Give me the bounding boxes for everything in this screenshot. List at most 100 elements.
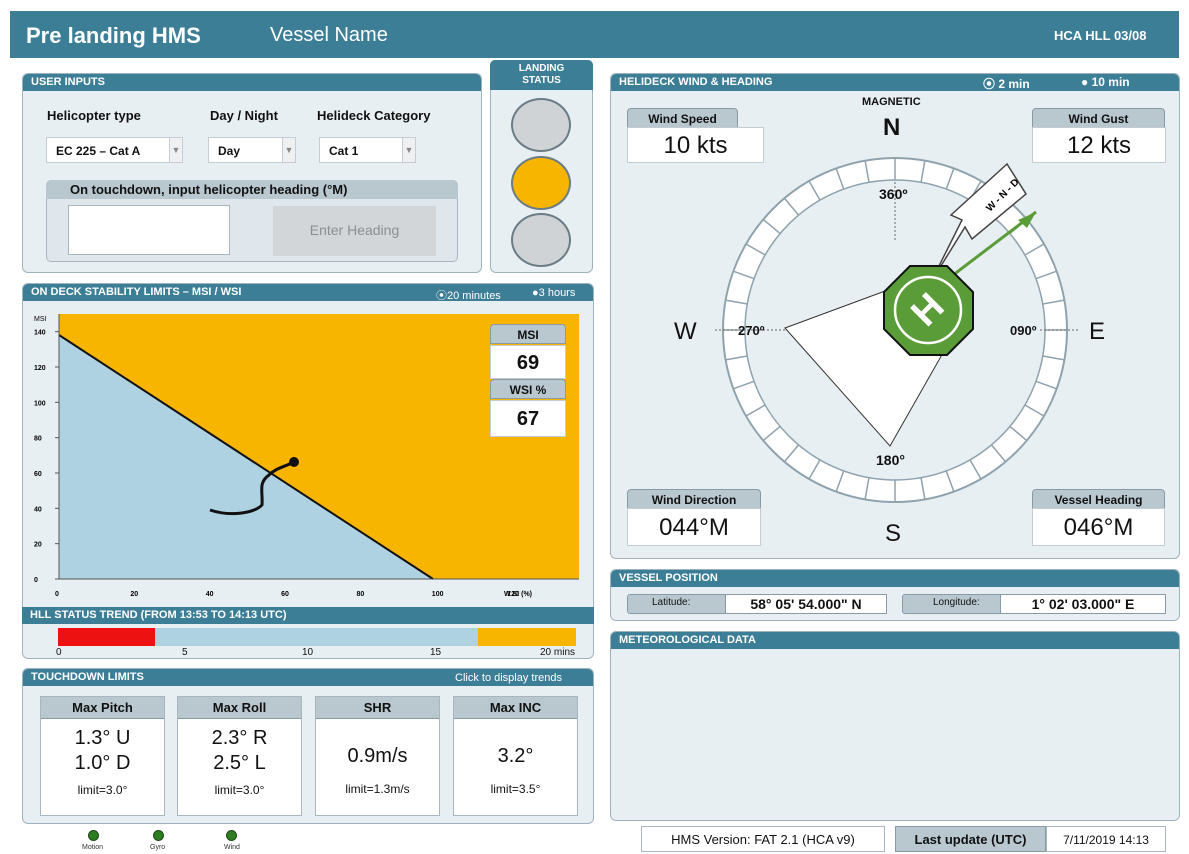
heading-prompt: On touchdown, input helicopter heading (… [46,180,458,199]
option-20-minutes[interactable]: ⦿20 minutes [436,287,501,303]
max-roll-left: 2.5° L [213,752,266,774]
meteorological-panel: METEOROLOGICAL DATA [610,631,1180,821]
shr-limit: limit=1.3m/s [345,782,410,796]
wind-speed-label: Wind Speed [627,108,738,128]
x-tick-label: 100 [432,591,444,598]
wind-indicator-label: Wind [224,844,240,851]
y-tick-label: 80 [34,436,42,443]
wind-gust-value: 12 kts [1032,127,1166,163]
chevron-down-icon[interactable]: ▼ [282,137,296,163]
vessel-heading-label: Vessel Heading [1032,489,1165,509]
trend-tick: 0 [56,647,62,658]
current-point-marker [289,457,299,467]
wsi-value: 67 [490,400,566,437]
motion-indicator-label: Motion [82,844,104,851]
y-tick-label: 100 [34,400,46,407]
west-label: W [674,318,697,345]
display-trends-link[interactable]: Click to display trends [455,672,562,684]
heading-input[interactable] [68,205,230,255]
x-tick-label: 40 [206,591,214,598]
x-tick-label: 120 [507,591,519,598]
trend-segment-amber [478,628,576,646]
helicopter-type-label: Helicopter type [47,108,141,123]
max-pitch-up: 1.3° U [74,727,131,749]
vessel-position-title: VESSEL POSITION [611,570,1179,587]
max-inc-limit: limit=3.5° [490,782,541,796]
y-tick-label: 0 [34,577,38,584]
deg-180-label: 180° [876,452,905,468]
y-tick-label: 60 [34,471,42,478]
msi-label: MSI [490,324,566,344]
option-10-min[interactable]: ● 10 min [1081,75,1130,89]
vessel-heading-value: 046°M [1032,508,1165,546]
max-roll-header: Max Roll [178,697,301,719]
option-10-min-label: 10 min [1091,75,1130,89]
helideck-category-select[interactable]: Cat 1 ▼ [319,137,416,163]
helideck-category-label: Helideck Category [317,108,431,123]
east-label: E [1089,318,1106,345]
motion-indicator-icon [88,830,99,841]
gyro-indicator-icon [153,830,164,841]
max-inc-value: 3.2° [497,745,534,767]
radio-selected-icon: ⦿ [436,290,447,302]
wind-direction-value: 044°M [627,508,761,546]
y-tick-label: 120 [34,365,46,372]
max-pitch-box: Max Pitch 1.3° U 1.0° D limit=3.0° [40,696,165,816]
x-tick-label: 80 [356,591,364,598]
max-roll-right: 2.3° R [211,727,268,749]
chevron-down-icon[interactable]: ▼ [169,137,183,163]
last-update-value: 7/11/2019 14:13 [1046,826,1166,852]
meteorological-title: METEOROLOGICAL DATA [611,632,1179,649]
status-light-middle [511,156,571,210]
deg-360-label: 360º [879,186,908,202]
max-pitch-down: 1.0° D [74,752,131,774]
trend-tick: 5 [182,647,188,658]
option-20-minutes-label: 20 minutes [447,290,501,302]
helicopter-type-select[interactable]: EC 225 – Cat A ▼ [46,137,183,163]
chevron-down-icon[interactable]: ▼ [402,137,416,163]
trend-tick: 15 [430,647,442,658]
last-update-label: Last update (UTC) [895,826,1046,852]
max-pitch-header: Max Pitch [41,697,164,719]
enter-heading-button[interactable]: Enter Heading [273,206,436,256]
option-2-min[interactable]: ⦿ 2 min [983,75,1030,92]
hms-version: HMS Version: FAT 2.1 (HCA v9) [641,826,885,852]
north-label: N [883,114,901,141]
option-2-min-label: 2 min [998,77,1030,91]
landing-status-title-line1: LANDING [518,63,565,74]
south-label: S [885,520,902,547]
y-tick-label: 20 [34,542,42,549]
max-inc-box: Max INC 3.2° limit=3.5° [453,696,578,816]
max-roll-limit: limit=3.0° [214,783,265,797]
day-night-select[interactable]: Day ▼ [208,137,296,163]
deg-090-label: 090º [1010,323,1037,338]
gyro-indicator-label: Gyro [150,844,166,851]
trend-title: HLL STATUS TREND (FROM 13:53 TO 14:13 UT… [22,607,594,624]
max-roll-box: Max Roll 2.3° R 2.5° L limit=3.0° [177,696,302,816]
trend-tick: 10 [302,647,314,658]
wind-direction-label: Wind Direction [627,489,761,509]
landing-status-title-line2: STATUS [522,75,561,86]
option-3-hours[interactable]: ●3 hours [532,287,575,299]
trend-tick: 20 mins [540,647,576,658]
wind-gust-label: Wind Gust [1032,108,1165,128]
latitude-value: 58° 05' 54.000" N [725,594,887,614]
radio-icon: ● [532,287,539,299]
day-night-label: Day / Night [210,108,278,123]
user-inputs-title: USER INPUTS [23,74,481,91]
x-tick-label: 60 [281,591,289,598]
msi-value: 69 [490,345,566,379]
latitude-label: Latitude: [652,597,691,608]
option-3-hours-label: 3 hours [538,287,576,299]
status-light-top [511,98,571,152]
day-night-value: Day [218,144,241,158]
status-light-bottom [511,213,571,267]
shr-header: SHR [316,697,439,719]
y-axis-label: MSI [34,316,47,323]
max-pitch-limit: limit=3.0° [77,783,128,797]
radio-icon: ● [1081,75,1092,89]
shr-value: 0.9m/s [347,745,408,767]
helideck-category-value: Cat 1 [329,144,359,158]
vessel-name: Vessel Name [270,24,388,46]
x-tick-label: 20 [130,591,138,598]
